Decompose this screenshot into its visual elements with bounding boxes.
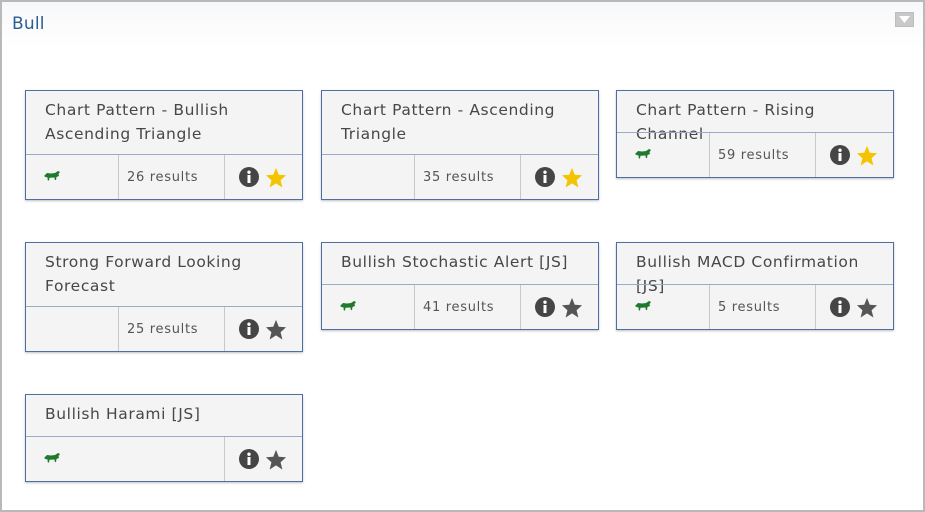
bull-cell [26, 437, 225, 481]
card-footer: 35 results [322, 154, 598, 199]
info-icon[interactable] [830, 145, 850, 165]
bull-cell [26, 307, 119, 351]
info-icon[interactable] [239, 449, 259, 469]
card-footer: 41 results [322, 284, 598, 329]
scan-card[interactable]: Bullish MACD Confirmation [JS] 5 results [616, 242, 894, 330]
bull-icon [635, 301, 651, 311]
star-icon[interactable] [561, 297, 583, 318]
results-count: 25 results [119, 307, 225, 351]
bull-icon [340, 301, 356, 311]
scan-card[interactable]: Chart Pattern - Bullish Ascending Triang… [25, 90, 303, 200]
card-title: Chart Pattern - Bullish Ascending Triang… [45, 101, 229, 143]
scan-card[interactable]: Bullish Stochastic Alert [JS] 41 results [321, 242, 599, 330]
scan-card[interactable]: Bullish Harami [JS] [25, 394, 303, 482]
results-count: 59 results [710, 133, 816, 177]
star-icon[interactable] [856, 145, 878, 166]
bull-cell [322, 285, 415, 329]
card-actions [225, 155, 302, 199]
card-footer [26, 436, 302, 481]
card-actions [521, 155, 598, 199]
info-icon[interactable] [535, 167, 555, 187]
info-icon[interactable] [239, 167, 259, 187]
panel-header: Bull [2, 2, 923, 48]
info-icon[interactable] [535, 297, 555, 317]
scan-card[interactable]: Chart Pattern - Rising Channel 59 result… [616, 90, 894, 178]
card-footer: 26 results [26, 154, 302, 199]
star-icon[interactable] [856, 297, 878, 318]
card-actions [225, 437, 302, 481]
results-count: 35 results [415, 155, 521, 199]
star-icon[interactable] [265, 167, 287, 188]
scan-card[interactable]: Strong Forward Looking Forecast 25 resul… [25, 242, 303, 352]
collapse-arrow-icon [899, 16, 910, 23]
card-actions [816, 133, 893, 177]
results-count: 26 results [119, 155, 225, 199]
card-title: Bullish Harami [JS] [45, 405, 201, 423]
card-footer: 5 results [617, 284, 893, 329]
bull-cell [26, 155, 119, 199]
card-actions [816, 285, 893, 329]
bull-cell [322, 155, 415, 199]
card-title: Strong Forward Looking Forecast [45, 253, 242, 295]
bull-icon [44, 453, 60, 463]
bull-icon [44, 171, 60, 181]
results-count: 41 results [415, 285, 521, 329]
star-icon[interactable] [265, 319, 287, 340]
bull-cell [617, 285, 710, 329]
card-title: Bullish Stochastic Alert [JS] [341, 253, 569, 271]
collapse-button[interactable] [895, 12, 914, 27]
card-actions [225, 307, 302, 351]
panel-title: Bull [12, 14, 45, 34]
bull-cell [617, 133, 710, 177]
info-icon[interactable] [239, 319, 259, 339]
card-title: Chart Pattern - Ascending Triangle [341, 101, 556, 143]
card-actions [521, 285, 598, 329]
info-icon[interactable] [830, 297, 850, 317]
star-icon[interactable] [265, 449, 287, 470]
results-count: 5 results [710, 285, 816, 329]
scan-card[interactable]: Chart Pattern - Ascending Triangle 35 re… [321, 90, 599, 200]
card-footer: 25 results [26, 306, 302, 351]
card-footer: 59 results [617, 132, 893, 177]
star-icon[interactable] [561, 167, 583, 188]
bull-icon [635, 149, 651, 159]
